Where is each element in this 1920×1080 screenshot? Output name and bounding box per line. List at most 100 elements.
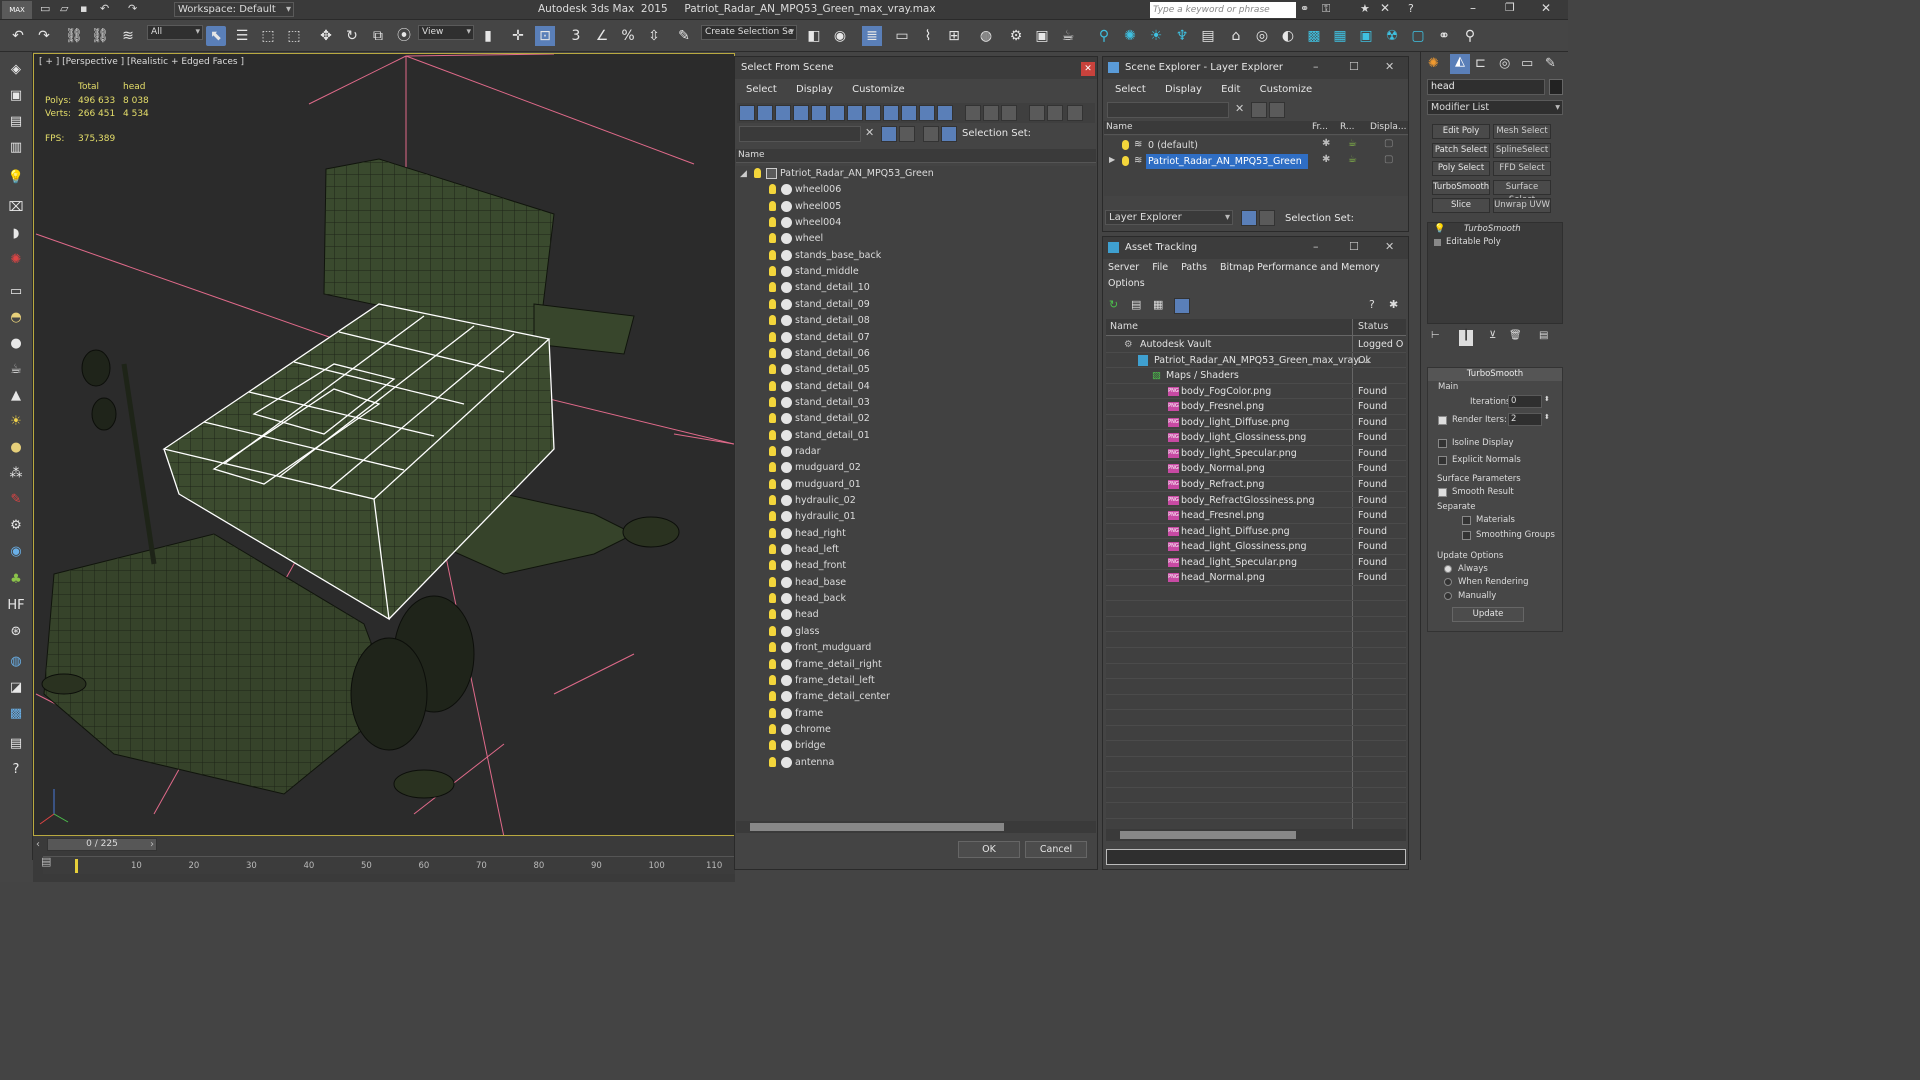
bulb-icon[interactable] [769,511,776,522]
vray-light-icon[interactable]: ⚲ [1094,26,1114,46]
bulb-icon[interactable] [769,576,776,587]
at-menu-bitmap[interactable]: Bitmap Performance and Memory [1220,262,1380,273]
redo-icon[interactable]: ↷ [34,26,54,46]
select-manipulate-icon[interactable]: ✛ [508,26,528,46]
list-item[interactable]: stand_detail_07 [736,330,1096,346]
render-teapot-icon[interactable]: ☕ [1348,154,1357,165]
sync-selection-button[interactable] [1067,105,1083,121]
bulb-icon[interactable] [769,249,776,260]
spinner-arrows-icon[interactable]: ⬍ [1544,413,1550,421]
bulb-icon[interactable] [769,625,776,636]
bulb-icon[interactable] [769,593,776,604]
bulb-icon[interactable] [769,429,776,440]
expand-arrow-icon[interactable]: ◢ [740,166,747,182]
filter-containers-button[interactable] [901,105,917,121]
vray-mesh-icon[interactable]: ◎ [1252,26,1272,46]
time-slider[interactable]: 0 / 225 [47,838,157,851]
schematic-view-icon[interactable]: ⊞ [944,26,964,46]
at-col-status[interactable]: Status [1358,319,1388,335]
curve-editor-icon[interactable]: ⌇ [918,26,938,46]
asset-row[interactable]: PNG body_Normal.png Found [1106,461,1406,477]
isoline-checkbox[interactable] [1438,439,1447,448]
asset-row[interactable]: ▨ Maps / Shaders [1106,368,1406,384]
settings-icon[interactable]: ✱ [1389,298,1398,311]
reference-coord-dropdown[interactable]: View [418,25,474,40]
list-item[interactable]: wheel004 [736,215,1096,231]
hierarchy-tab-icon[interactable]: ⊏ [1475,56,1486,71]
sfs-menu-select[interactable]: Select [746,84,777,95]
sphere-icon[interactable]: ● [5,334,27,354]
modifier-button[interactable]: Poly Select [1432,161,1490,176]
se-clear-icon[interactable]: ✕ [1235,102,1244,115]
always-radio[interactable] [1444,565,1452,573]
find-case-button[interactable] [899,126,915,142]
select-by-name-icon[interactable]: ☰ [232,26,252,46]
stack-item-editable-poly[interactable]: Editable Poly [1428,237,1562,249]
list-item[interactable]: head_front [736,558,1096,574]
bulb-icon[interactable] [769,691,776,702]
vray-camera-icon[interactable]: ◐ [1278,26,1298,46]
filter-bones-button[interactable] [883,105,899,121]
create-tab-icon[interactable]: ✺ [1428,56,1439,71]
se-col-name[interactable]: Name [1106,121,1133,134]
spinner-arrows-icon[interactable]: ⬍ [1544,395,1550,403]
asset-row[interactable]: PNG body_Fresnel.png Found [1106,399,1406,415]
paint-select-icon[interactable]: ▣ [5,86,27,106]
filter-spacewarps-button[interactable] [829,105,845,121]
modifier-button[interactable]: Slice [1432,198,1490,213]
light-icon[interactable]: 💡 [5,168,27,188]
at-hscroll-thumb[interactable] [1120,831,1296,839]
find-filter-button[interactable] [881,126,897,142]
asset-row[interactable]: PNG head_light_Specular.png Found [1106,555,1406,571]
bulb-icon[interactable] [769,462,776,473]
keyboard-shortcut-icon[interactable]: ⊡ [535,26,555,46]
track-bar[interactable]: 1020304050607080901001101201301401501601… [43,856,1355,874]
at-maximize-icon[interactable]: ☐ [1349,240,1359,253]
layer-row-patriot[interactable]: ▶ ≋ Patriot_Radar_AN_MPQ53_Green ✱ ☕ ▢ [1104,154,1408,169]
app-logo[interactable]: MAX [2,1,32,19]
utilities-tab-icon[interactable]: ✎ [1545,56,1556,71]
list-item[interactable]: antenna [736,755,1096,771]
undo-icon[interactable]: ↶ [8,26,28,46]
modifier-button[interactable]: Mesh Select [1493,124,1551,139]
help-circle-icon[interactable]: ? [5,760,27,780]
bulb-icon[interactable] [769,707,776,718]
redo-icon[interactable]: ↷ [128,2,137,15]
sfs-menu-display[interactable]: Display [796,84,833,95]
asset-row[interactable]: Patriot_Radar_AN_MPQ53_Green_max_vray...… [1106,353,1406,369]
help-icon[interactable]: ? [1369,298,1375,311]
vray-ies-icon[interactable]: ▢ [1408,26,1428,46]
bulb-icon[interactable] [769,364,776,375]
list-item[interactable]: head [736,607,1096,623]
fx-icon[interactable]: ⊛ [5,622,27,642]
filter-cameras-button[interactable] [793,105,809,121]
list-item[interactable]: glass [736,624,1096,640]
bulb-icon[interactable] [769,527,776,538]
bulb-icon[interactable] [769,756,776,767]
list-item[interactable]: frame_detail_right [736,657,1096,673]
named-selection-dropdown[interactable]: Create Selection Se [701,25,797,40]
vray-toolbar-icon[interactable]: ▦ [1330,26,1350,46]
modify-tab-icon[interactable]: ◭ [1450,54,1470,74]
bulb-icon[interactable] [769,266,776,277]
list-item[interactable]: mudguard_02 [736,460,1096,476]
select-none-button[interactable] [983,105,999,121]
se-footer-hierarchy-button[interactable] [1259,210,1275,226]
filter-shapes-button[interactable] [757,105,773,121]
bulb-icon[interactable] [769,380,776,391]
at-menu-server[interactable]: Server [1108,262,1139,273]
show-end-result-icon[interactable]: ┃ [1459,330,1473,346]
viewport-label[interactable]: [ + ] [Perspective ] [Realistic + Edged … [39,57,244,67]
bulb-icon[interactable] [769,233,776,244]
update-button[interactable]: Update [1452,607,1524,622]
list-view-icon[interactable]: ▤ [1131,298,1141,311]
list-item[interactable]: frame_detail_left [736,673,1096,689]
edit-named-sel-icon[interactable]: ✎ [674,26,694,46]
bulb-icon[interactable] [769,544,776,555]
bulb-icon[interactable] [769,347,776,358]
se-menu-select[interactable]: Select [1115,84,1146,95]
at-path-field[interactable] [1106,849,1406,865]
star-icon[interactable]: ★ [1360,2,1370,15]
modifier-list-dropdown[interactable]: Modifier List [1427,100,1563,115]
bulb-icon[interactable] [769,396,776,407]
